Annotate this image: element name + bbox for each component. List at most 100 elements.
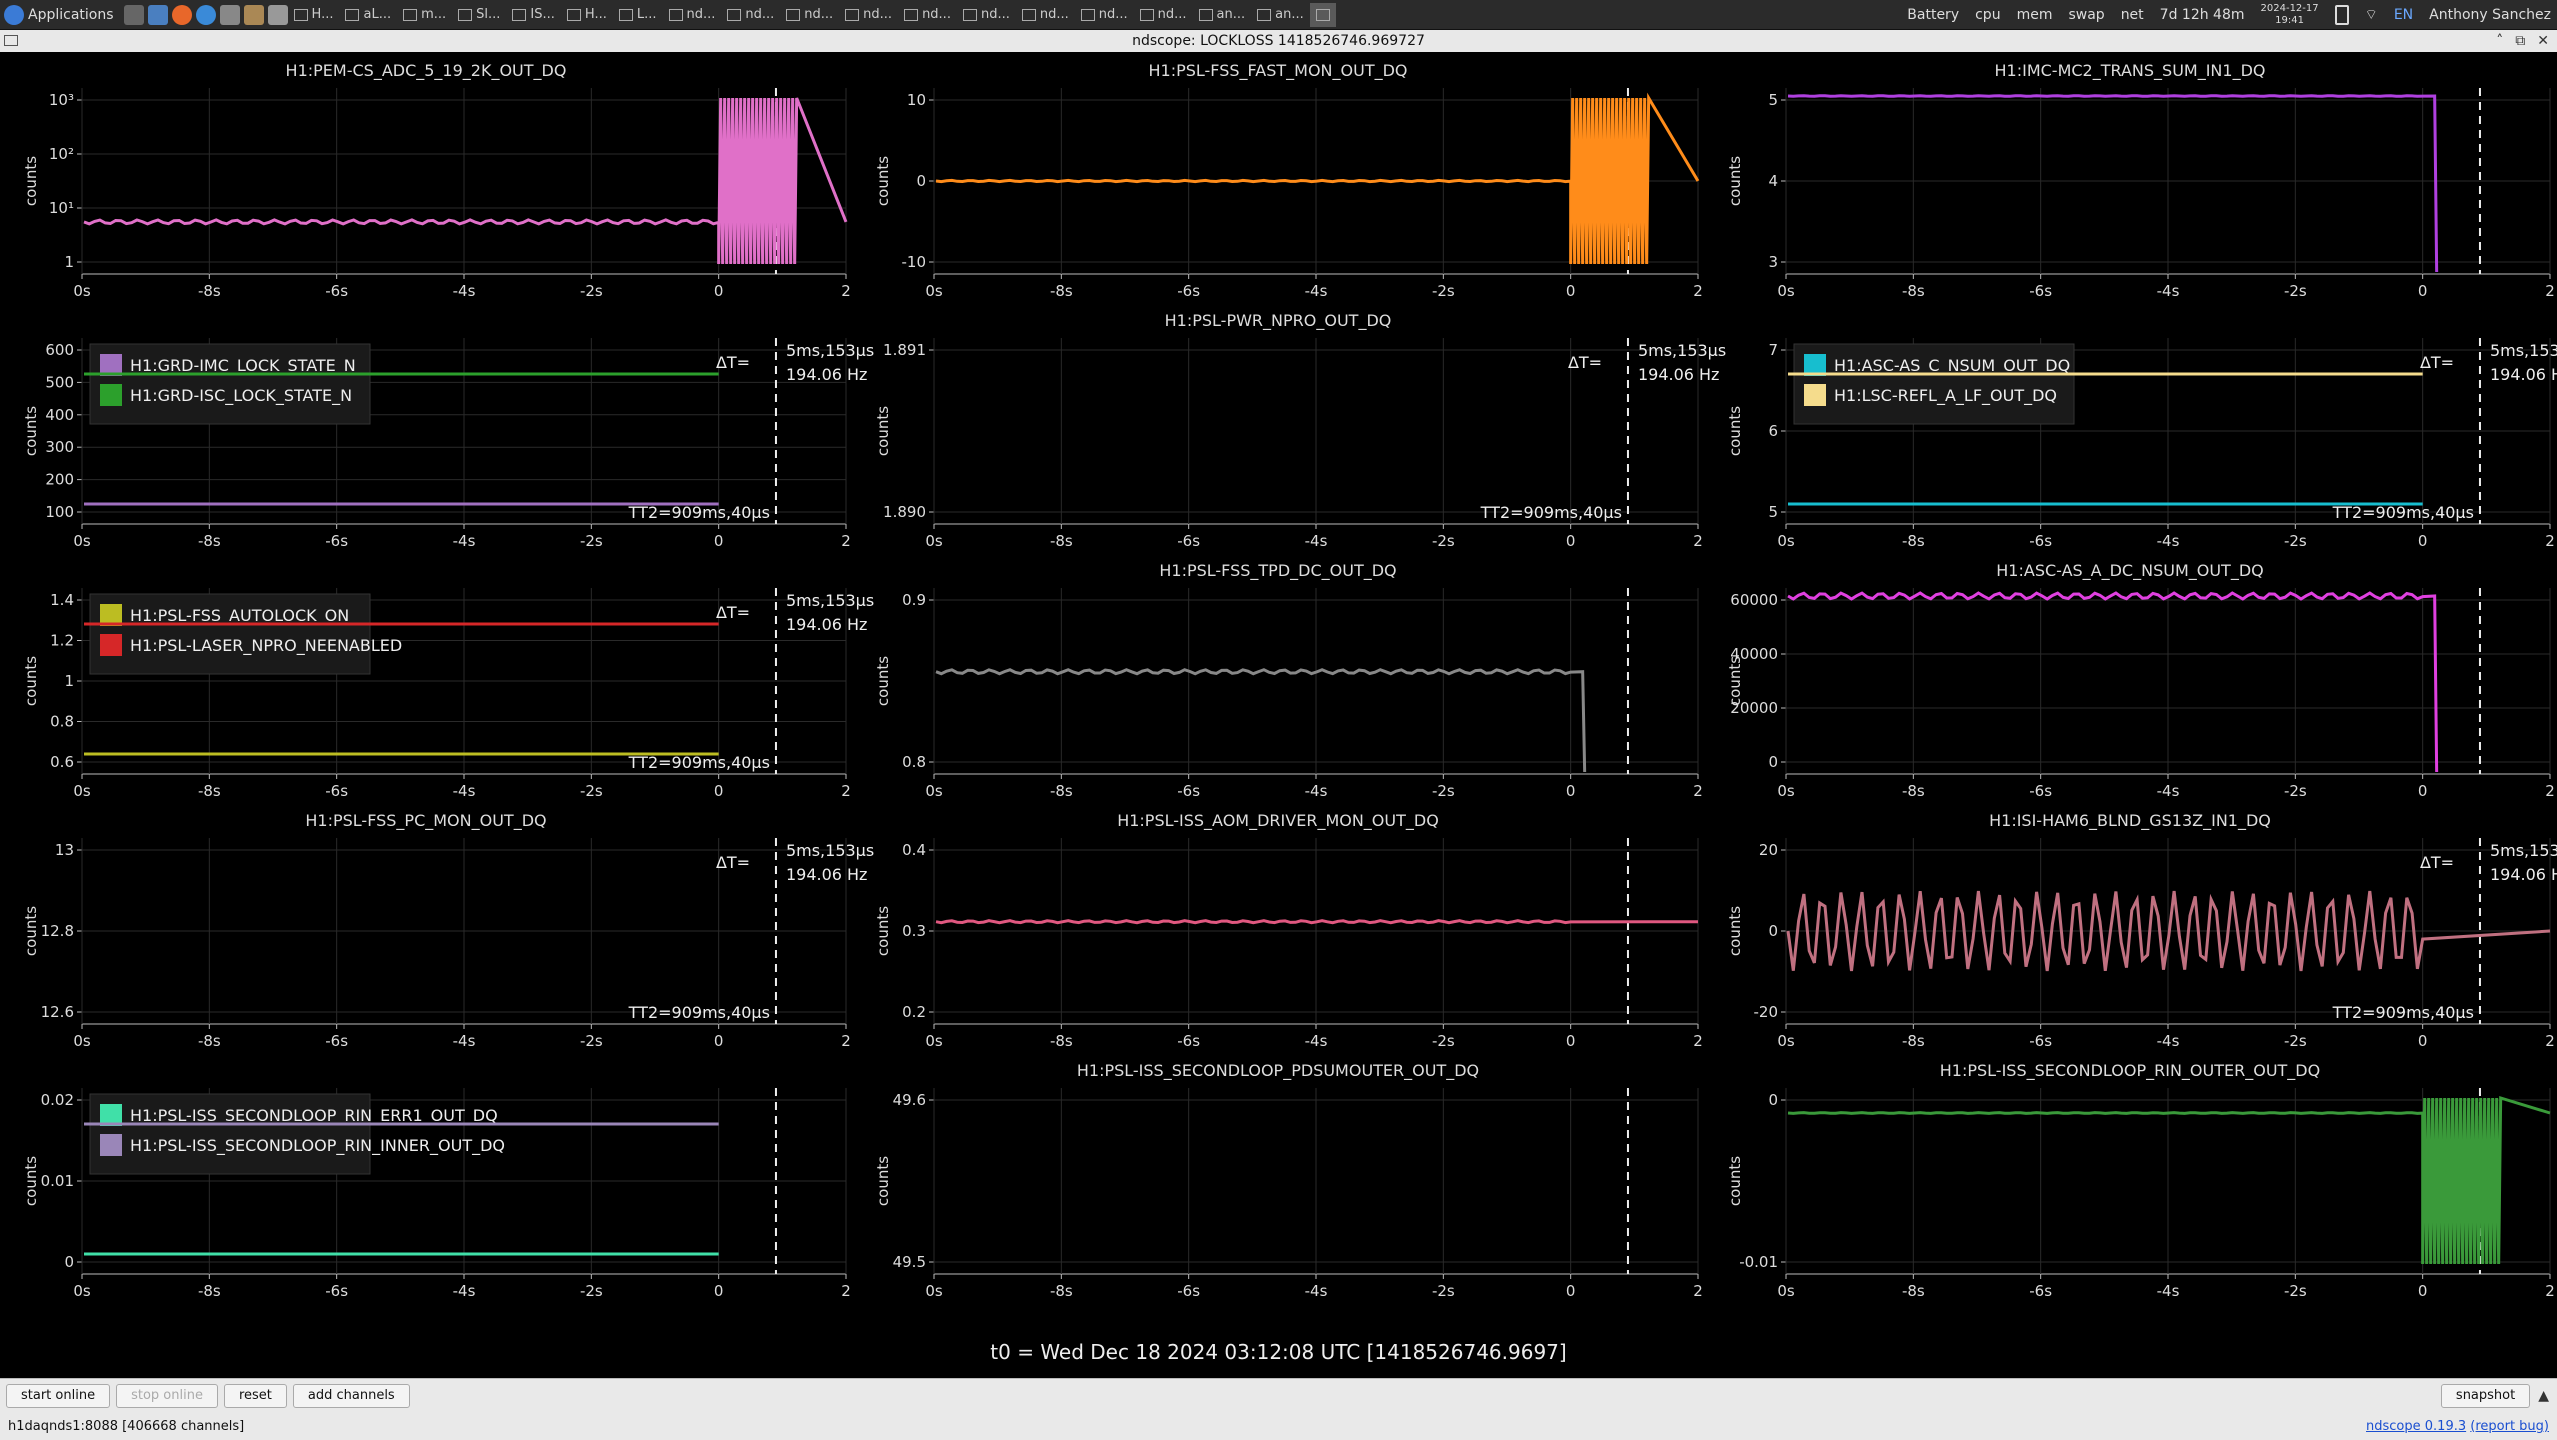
x-tick-label: -4s <box>1305 532 1328 550</box>
taskbar-task[interactable]: H... <box>561 3 613 27</box>
y-tick-label: 100 <box>45 503 74 521</box>
x-tick-label: -4s <box>2157 782 2180 800</box>
taskbar-task[interactable]: nd... <box>898 3 957 27</box>
applications-menu[interactable]: Applications <box>28 7 120 23</box>
taskbar-task[interactable]: nd... <box>957 3 1016 27</box>
x-tick-label: -8s <box>198 1032 221 1050</box>
plot-panel[interactable]: H1:PSL-ISS_SECONDLOOP_RIN_OUTER_OUT_DQco… <box>1726 1061 2555 1300</box>
plot-panel[interactable]: H1:ASC-AS_A_DC_NSUM_OUT_DQcounts60000400… <box>1726 561 2555 800</box>
applications-icon[interactable] <box>4 4 24 25</box>
legend: H1:PSL-ISS_SECONDLOOP_RIN_ERR1_OUT_DQH1:… <box>89 1093 505 1175</box>
taskbar-task[interactable]: Sl... <box>452 3 506 27</box>
plot-panel[interactable]: counts 7 6 5 0s -8s -6s -4s -2s 0 2 H1:ASC-AS_C_NSU… <box>1726 338 2557 550</box>
taskbar-task[interactable]: nd... <box>1075 3 1134 27</box>
taskbar-task[interactable]: IS... <box>506 3 560 27</box>
taskbar-task[interactable]: L... <box>613 3 663 27</box>
net-indicator[interactable]: net <box>2121 7 2144 23</box>
y-tick-label: -0.01 <box>1739 1253 1778 1271</box>
taskbar-task-active[interactable] <box>1309 2 1336 27</box>
x-tick-label: 0 <box>714 1032 724 1050</box>
taskbar-task[interactable]: H... <box>288 3 340 27</box>
minimize-icon[interactable]: ˄ <box>2496 30 2503 52</box>
uptime: 7d 12h 48m <box>2159 6 2245 23</box>
share-icon[interactable] <box>219 4 240 25</box>
battery-indicator[interactable]: Battery <box>1907 7 1959 23</box>
plot-grid[interactable]: H1:PEM-CS_ADC_5_19_2K_OUT_DQ counts 10³ 10²… <box>0 52 2557 1378</box>
plot-panel[interactable]: counts 0.02 0.01 0 0s -8s -6s -4s -2s 0 2 H1:PSL-IS… <box>22 1088 851 1300</box>
close-icon[interactable]: ✕ <box>2537 30 2549 52</box>
user-name[interactable]: Anthony Sanchez <box>2429 7 2551 23</box>
mem-indicator[interactable]: mem <box>2017 7 2053 23</box>
plots-svg[interactable]: H1:PEM-CS_ADC_5_19_2K_OUT_DQcounts 10³ 10²… <box>0 52 2557 1378</box>
plot-panel[interactable]: H1:PSL-FSS_TPD_DC_OUT_DQcounts 0.9 0.8 0s -8… <box>874 561 1703 800</box>
legend-label: H1:PSL-ISS_SECONDLOOP_RIN_INNER_OUT_DQ <box>130 1136 505 1156</box>
y-tick-label: 1.2 <box>50 632 74 650</box>
snapshot-button[interactable]: snapshot <box>2440 1383 2531 1408</box>
dt-value: 5ms,153μs <box>1638 341 1726 360</box>
stop-online-button[interactable]: stop online <box>116 1383 218 1408</box>
plot-panel[interactable]: counts 600 500 400 300 200 100 0s -8s -6s -4s -2s 0 2… <box>22 338 874 550</box>
taskbar-task[interactable]: m... <box>397 3 452 27</box>
app-icon[interactable] <box>243 4 264 25</box>
taskbar-task[interactable]: nd... <box>839 3 898 27</box>
language-indicator[interactable]: EN <box>2394 7 2413 23</box>
plot-panel[interactable]: H1:PSL-FSS_FAST_MON_OUT_DQcounts 10 0 -10 0s… <box>874 61 1703 300</box>
y-axis-label: counts <box>1726 1156 1744 1206</box>
x-tick-label: 0s <box>1777 532 1795 550</box>
window-titlebar[interactable]: ndscope: LOCKLOSS 1418526746.969727 ˄ ⧉ … <box>0 30 2557 52</box>
taskbar-task[interactable]: nd... <box>1016 3 1075 27</box>
network-icon[interactable]: ⌔ <box>2365 6 2378 24</box>
battery-icon[interactable] <box>2334 4 2349 25</box>
start-online-button[interactable]: start online <box>6 1383 111 1408</box>
taskbar-task[interactable]: an... <box>1251 3 1310 27</box>
y-tick-label: 0.02 <box>41 1091 74 1109</box>
terminal-icon[interactable] <box>123 4 144 25</box>
report-bug-link[interactable]: (report bug) <box>2470 1419 2549 1434</box>
plot-panel[interactable]: H1:IMC-MC2_TRANS_SUM_IN1_DQcounts 5 4 3 0s -8… <box>1726 61 2555 300</box>
cpu-indicator[interactable]: cpu <box>1975 7 2000 23</box>
plot-panel[interactable]: H1:PSL-PWR_NPRO_OUT_DQcounts 1.891 1.890 0s… <box>874 311 1726 550</box>
taskbar-task[interactable]: nd... <box>1134 3 1193 27</box>
taskbar-task[interactable]: nd... <box>780 3 839 27</box>
reset-button[interactable]: reset <box>223 1383 287 1408</box>
x-tick-label: -8s <box>1050 782 1073 800</box>
x-tick-label: 2 <box>2545 782 2555 800</box>
swap-indicator[interactable]: swap <box>2068 7 2104 23</box>
x-tick-label: -6s <box>325 282 348 300</box>
x-tick-label: 0 <box>2418 282 2428 300</box>
x-tick-label: -8s <box>1050 1282 1073 1300</box>
taskbar-task[interactable]: nd... <box>721 3 780 27</box>
editor-icon[interactable] <box>267 4 288 25</box>
firefox-icon[interactable] <box>171 4 192 25</box>
plot-panel[interactable]: H1:PEM-CS_ADC_5_19_2K_OUT_DQcounts 10³ 10²… <box>22 61 851 300</box>
version-link[interactable]: ndscope 0.19.3 <box>2366 1419 2466 1434</box>
dt-value: 5ms,153μs <box>786 341 874 360</box>
plot-panel[interactable]: counts 1.4 1.2 1 0.8 0.6 0s -8s -6s -4s -2s 0 2 H1:PS… <box>22 588 874 800</box>
x-tick-label: -6s <box>1177 282 1200 300</box>
taskbar-task[interactable]: nd... <box>663 3 722 27</box>
trace-line <box>1787 591 2439 773</box>
x-tick-label: -4s <box>2157 1032 2180 1050</box>
clock[interactable]: 2024-12-17 19:41 <box>2261 3 2319 27</box>
restore-icon[interactable]: ⧉ <box>2515 30 2525 52</box>
legend-label: H1:LSC-REFL_A_LF_OUT_DQ <box>1834 386 2057 406</box>
plot-panel[interactable]: H1:ISI-HAM6_BLND_GS13Z_IN1_DQcounts200-2… <box>1726 811 2557 1050</box>
task-label: nd... <box>804 7 834 22</box>
y-tick-label: 0.8 <box>50 713 74 731</box>
plot-panel[interactable]: H1:PSL-ISS_SECONDLOOP_PDSUMOUTER_OUT_DQc… <box>874 1061 1703 1300</box>
x-tick-label: -6s <box>2029 532 2052 550</box>
folder-icon[interactable] <box>147 4 168 25</box>
x-tick-label: -6s <box>2029 782 2052 800</box>
chrome-icon[interactable] <box>195 4 216 25</box>
expand-up-icon[interactable]: ▲ <box>2538 1388 2549 1404</box>
x-tick-label: -4s <box>453 1032 476 1050</box>
plot-panel[interactable]: H1:PSL-ISS_AOM_DRIVER_MON_OUT_DQcounts 0.… <box>874 811 1703 1050</box>
legend-swatch <box>1804 384 1826 406</box>
taskbar-task[interactable]: aL... <box>339 3 397 27</box>
x-tick-label: 2 <box>841 1282 851 1300</box>
add-channels-button[interactable]: add channels <box>292 1383 410 1408</box>
taskbar-task[interactable]: an... <box>1193 3 1252 27</box>
y-axis-label: counts <box>22 656 40 706</box>
x-tick-label: -2s <box>1432 782 1455 800</box>
plot-panel[interactable]: H1:PSL-FSS_PC_MON_OUT_DQcounts 13 12.8 12.6… <box>22 811 874 1050</box>
